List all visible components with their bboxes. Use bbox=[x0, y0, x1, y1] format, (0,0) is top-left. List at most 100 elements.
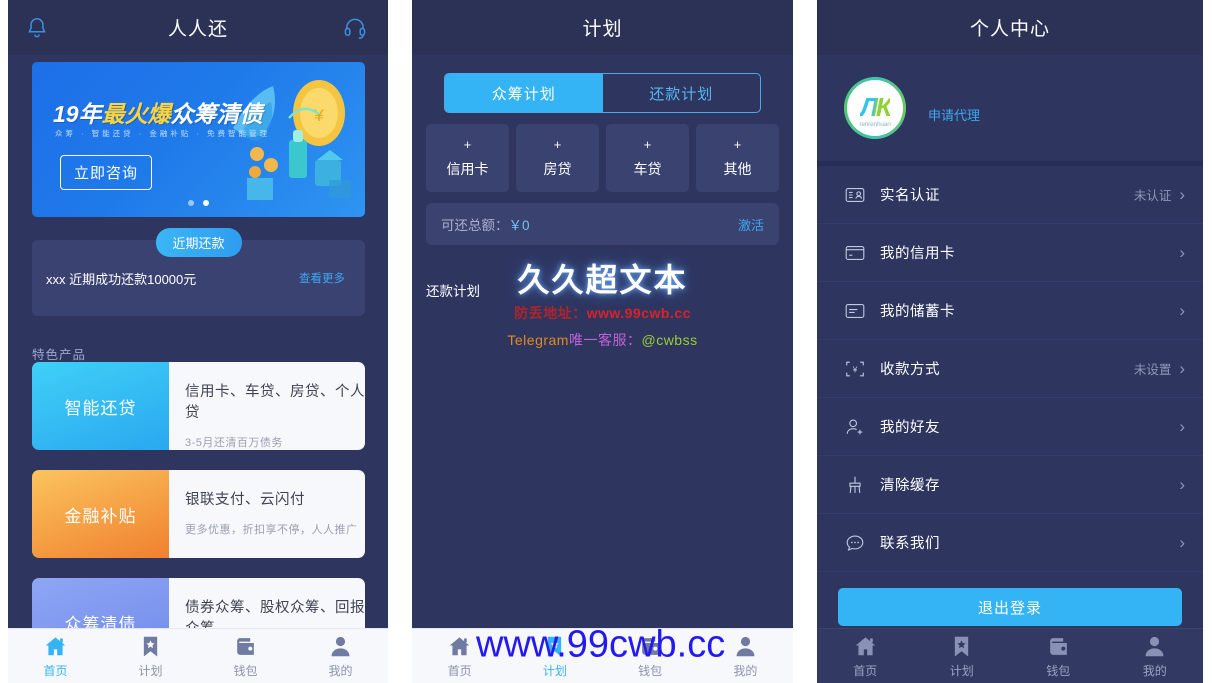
bell-icon[interactable] bbox=[24, 15, 50, 41]
bookmark-icon bbox=[949, 634, 974, 659]
recent-repayment-section: 近期还款 xxx 近期成功还款10000元 查看更多 bbox=[32, 228, 365, 316]
promo-banner[interactable]: ¥ 19年最火爆众筹清债 众筹 · 智能还贷 · 金融补贴 · 免费智能管理 立… bbox=[32, 62, 365, 217]
tab-plan[interactable]: 计划 bbox=[103, 629, 198, 683]
avatar[interactable]: ЛК renrenhuan bbox=[844, 77, 906, 139]
menu-item-label: 我的储蓄卡 bbox=[880, 304, 955, 320]
tab-plan[interactable]: 计划 bbox=[507, 629, 602, 683]
wallet-icon bbox=[638, 634, 663, 659]
total-repayable-value: ￥0 bbox=[508, 217, 530, 233]
menu-item-value: 未设置 bbox=[1133, 363, 1172, 377]
menu-item-friends[interactable]: 我的好友 › bbox=[817, 398, 1203, 456]
page-title: 个人中心 bbox=[969, 19, 1050, 40]
total-repayable-label: 可还总额： bbox=[441, 217, 509, 233]
debit-card-icon bbox=[844, 300, 866, 322]
banner-dot-1[interactable] bbox=[203, 200, 209, 206]
tab-home-label: 首页 bbox=[447, 663, 472, 678]
menu-item-payment-method[interactable]: ¥ 收款方式 未设置 › bbox=[817, 340, 1203, 398]
menu-item-credit-card[interactable]: 我的信用卡 › bbox=[817, 224, 1203, 282]
profile-section: ЛК renrenhuan 申请代理 bbox=[817, 55, 1203, 166]
chevron-right-icon: › bbox=[1179, 185, 1185, 204]
bottom-tabbar-plan[interactable]: 首页 计划 钱包 我的 bbox=[412, 628, 793, 683]
home-header: 人人还 bbox=[8, 0, 388, 55]
chevron-right-icon: › bbox=[1179, 533, 1185, 552]
tab-home[interactable]: 首页 bbox=[412, 629, 507, 683]
plan-tabs[interactable]: 众筹计划 还款计划 bbox=[444, 73, 761, 113]
home-body: ¥ 19年最火爆众筹清债 众筹 · 智能还贷 · 金融补贴 · 免费智能管理 立… bbox=[8, 55, 388, 683]
person-icon bbox=[328, 634, 353, 659]
add-car-loan-button[interactable]: + 车贷 bbox=[606, 124, 689, 192]
phone-screen-home: 人人还 ¥ 19年最火爆众筹清债 众筹 · 智能还贷 · 金融补贴 · 免费智能… bbox=[8, 0, 388, 683]
tab-mine[interactable]: 我的 bbox=[293, 629, 388, 683]
activate-button[interactable]: 激活 bbox=[738, 215, 764, 234]
add-credit-card-button[interactable]: + 信用卡 bbox=[426, 124, 509, 192]
svg-text:¥: ¥ bbox=[852, 365, 858, 374]
person-icon bbox=[733, 634, 758, 659]
page-title: 计划 bbox=[582, 19, 623, 40]
headset-icon[interactable] bbox=[342, 15, 368, 41]
bottom-tabbar-mine[interactable]: 首页 计划 钱包 我的 bbox=[817, 628, 1203, 683]
svg-text:¥: ¥ bbox=[313, 106, 324, 125]
product-card[interactable]: 智能还贷 信用卡、车贷、房贷、个人贷 3-5月还清百万债务 bbox=[32, 362, 365, 450]
avatar-inner: ЛК renrenhuan bbox=[847, 80, 903, 136]
wallet-icon bbox=[233, 634, 258, 659]
tab-wallet[interactable]: 钱包 bbox=[1010, 629, 1107, 683]
tab-wallet[interactable]: 钱包 bbox=[603, 629, 698, 683]
recent-repayment-text: xxx 近期成功还款10000元 bbox=[46, 271, 197, 287]
repayment-plan-subtitle: 还款计划 bbox=[426, 284, 480, 299]
plus-icon: + bbox=[733, 136, 742, 152]
quick-action-label: 房贷 bbox=[543, 160, 572, 177]
banner-title-suffix: 众筹清债 bbox=[170, 101, 263, 127]
banner-title-prefix: 19年 bbox=[53, 101, 102, 127]
yuan-scan-icon: ¥ bbox=[844, 358, 866, 380]
tab-home[interactable]: 首页 bbox=[817, 629, 914, 683]
logout-button[interactable]: 退出登录 bbox=[838, 588, 1182, 626]
view-more-link[interactable]: 查看更多 bbox=[299, 270, 345, 286]
page-title: 人人还 bbox=[167, 19, 228, 40]
menu-item-label: 收款方式 bbox=[880, 362, 940, 378]
add-mortgage-button[interactable]: + 房贷 bbox=[516, 124, 599, 192]
user-add-icon bbox=[844, 416, 866, 438]
plan-header: 计划 bbox=[412, 0, 793, 55]
menu-item-value: 未认证 bbox=[1133, 189, 1172, 203]
tab-wallet-label: 钱包 bbox=[638, 663, 663, 678]
phone-screen-plan: 计划 众筹计划 还款计划 + 信用卡 + 房贷 + 车贷 + 其他 可还总额：￥… bbox=[412, 0, 793, 683]
bottom-tabbar-home[interactable]: 首页 计划 钱包 我的 bbox=[8, 628, 388, 683]
tab-plan[interactable]: 计划 bbox=[914, 629, 1011, 683]
tab-mine[interactable]: 我的 bbox=[1107, 629, 1204, 683]
chevron-right-icon: › bbox=[1179, 301, 1185, 320]
tab-crowdfunding-plan[interactable]: 众筹计划 bbox=[445, 74, 603, 112]
banner-title: 19年最火爆众筹清债 bbox=[53, 95, 263, 129]
total-repayable-group: 可还总额：￥0 bbox=[441, 214, 530, 235]
tab-wallet[interactable]: 钱包 bbox=[198, 629, 293, 683]
tab-mine[interactable]: 我的 bbox=[698, 629, 793, 683]
plus-icon: + bbox=[643, 136, 652, 152]
phone-screen-mine: 个人中心 ЛК renrenhuan 申请代理 实名认证 未认证 › 我的信用卡… bbox=[817, 0, 1203, 683]
mine-body: ЛК renrenhuan 申请代理 实名认证 未认证 › 我的信用卡 › 我的… bbox=[817, 55, 1203, 683]
menu-item-contact-us[interactable]: 联系我们 › bbox=[817, 514, 1203, 572]
banner-cta-button[interactable]: 立即咨询 bbox=[60, 155, 153, 190]
apply-agent-link[interactable]: 申请代理 bbox=[928, 105, 980, 124]
menu-item-label: 我的好友 bbox=[880, 420, 940, 436]
banner-dot-0[interactable] bbox=[188, 200, 194, 206]
id-card-icon bbox=[844, 184, 866, 206]
add-other-button[interactable]: + 其他 bbox=[696, 124, 779, 192]
product-card[interactable]: 金融补贴 银联支付、云闪付 更多优惠，折扣享不停，人人推广 bbox=[32, 470, 365, 558]
tab-home-label: 首页 bbox=[853, 663, 878, 678]
tab-home[interactable]: 首页 bbox=[8, 629, 103, 683]
menu-item-realname[interactable]: 实名认证 未认证 › bbox=[817, 166, 1203, 224]
broom-icon bbox=[844, 474, 866, 496]
product-desc: 3-5月还清百万债务 bbox=[185, 437, 283, 449]
avatar-brand-text: renrenhuan bbox=[859, 121, 891, 128]
product-name: 智能还贷 bbox=[32, 362, 169, 450]
quick-action-label: 信用卡 bbox=[446, 160, 489, 177]
chat-dots-icon bbox=[844, 532, 866, 554]
bookmark-icon bbox=[138, 634, 163, 659]
tab-repayment-plan[interactable]: 还款计划 bbox=[603, 74, 761, 112]
menu-item-clear-cache[interactable]: 清除缓存 › bbox=[817, 456, 1203, 514]
menu-item-debit-card[interactable]: 我的储蓄卡 › bbox=[817, 282, 1203, 340]
banner-dots[interactable] bbox=[32, 200, 365, 206]
chevron-right-icon: › bbox=[1179, 417, 1185, 436]
product-name: 金融补贴 bbox=[32, 470, 169, 558]
home-icon bbox=[43, 634, 68, 659]
menu-item-label: 实名认证 bbox=[880, 188, 940, 204]
